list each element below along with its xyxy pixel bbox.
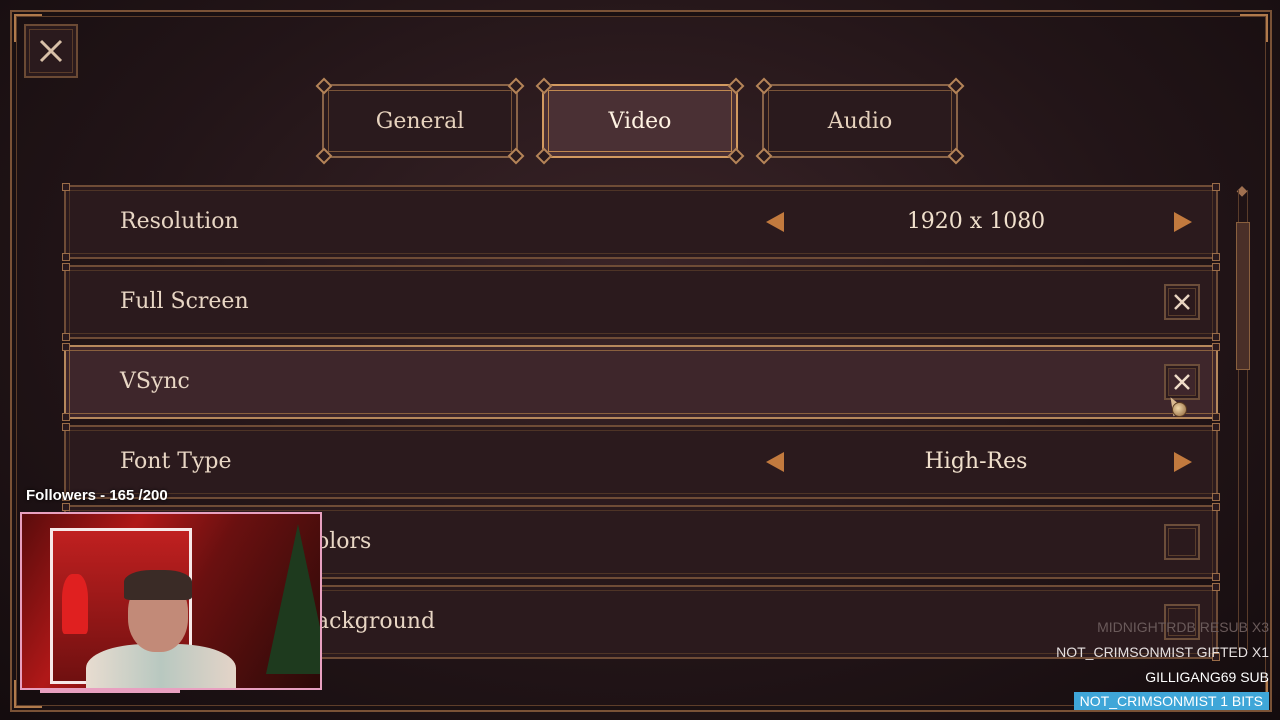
followers-goal: Followers - 165 /200 (26, 487, 168, 504)
alert-feed-item: NOT_CRIMSONMIST GIFTED X1 (1056, 644, 1269, 660)
setting-row-full-screen: Full Screen (62, 263, 1220, 341)
webcam-accent-bar (40, 688, 180, 693)
colors-checkbox[interactable] (1164, 524, 1200, 560)
vsync-checkbox[interactable] (1164, 364, 1200, 400)
full-screen-checkbox[interactable] (1164, 284, 1200, 320)
bits-alert-badge: NOT_CRIMSONMIST 1 BITS (1073, 692, 1269, 710)
resolution-value: 1920 x 1080 (906, 209, 1046, 234)
right-arrow-icon[interactable] (1174, 452, 1192, 472)
x-check-icon (1174, 374, 1190, 390)
setting-label: Resolution (120, 209, 239, 234)
alert-feed-item: MIDNIGHTRDB RESUB X3 (1097, 619, 1269, 635)
setting-row-resolution: Resolution 1920 x 1080 (62, 183, 1220, 261)
left-arrow-icon[interactable] (766, 212, 784, 232)
tab-general[interactable]: General (315, 77, 525, 165)
x-close-icon (39, 39, 63, 63)
setting-row-vsync: VSync (62, 343, 1220, 421)
alert-text: GILLIGANG69 SUB (1145, 669, 1269, 685)
tab-video[interactable]: Video (535, 77, 745, 165)
setting-label: VSync (120, 369, 190, 394)
x-check-icon (1174, 294, 1190, 310)
alert-feed-item: NOT_CRIMSONMIST 1 BITS (1073, 692, 1269, 710)
tab-label: General (375, 108, 465, 134)
alert-text: MIDNIGHTRDB RESUB X3 (1097, 619, 1269, 635)
alert-feed-item: GILLIGANG69 SUB (1145, 669, 1269, 685)
setting-label: olors (316, 529, 372, 554)
webcam-feed (20, 512, 322, 690)
tab-audio[interactable]: Audio (755, 77, 965, 165)
scrollbar-thumb[interactable] (1236, 222, 1250, 370)
tab-label: Audio (827, 108, 893, 134)
close-button[interactable] (24, 24, 78, 78)
setting-label: Full Screen (120, 289, 249, 314)
cursor-gem-icon (1172, 402, 1187, 417)
left-arrow-icon[interactable] (766, 452, 784, 472)
setting-row-font-type: Font Type High-Res (62, 423, 1220, 501)
tab-label: Video (608, 108, 672, 134)
right-arrow-icon[interactable] (1174, 212, 1192, 232)
font-type-value: High-Res (924, 449, 1028, 474)
setting-label: ackground (316, 609, 436, 634)
alert-text: NOT_CRIMSONMIST GIFTED X1 (1056, 644, 1269, 660)
